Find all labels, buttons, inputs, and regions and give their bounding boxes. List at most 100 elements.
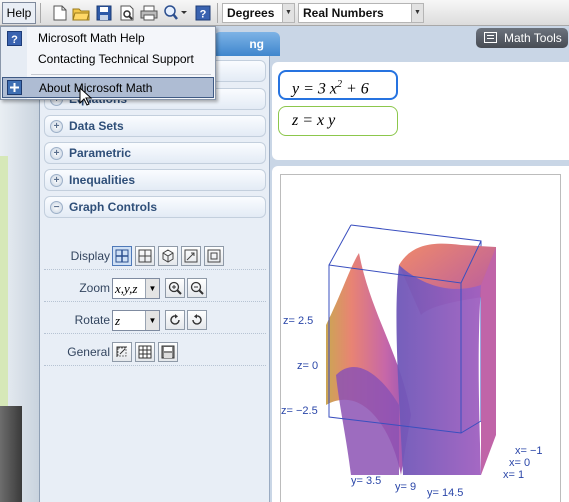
open-folder-icon[interactable] bbox=[71, 3, 91, 23]
equation-text: z = x y bbox=[292, 112, 336, 129]
surface-right bbox=[481, 247, 496, 475]
section-graph-controls[interactable]: − Graph Controls bbox=[44, 196, 266, 218]
section-label: Parametric bbox=[69, 146, 132, 160]
graph-controls-body: Display Zoom x,y,z ▼ Rotate z ▼ General bbox=[44, 244, 266, 384]
new-icon[interactable] bbox=[50, 3, 70, 23]
save-icon[interactable] bbox=[94, 3, 114, 23]
app-logo-icon bbox=[7, 80, 22, 95]
z-axis-label: z= 0 bbox=[297, 360, 319, 372]
chevron-down-icon: ▼ bbox=[145, 311, 159, 330]
rotate-axis-select[interactable]: z ▼ bbox=[112, 310, 160, 331]
section-data-sets[interactable]: + Data Sets bbox=[44, 115, 266, 137]
number-set-value: Real Numbers bbox=[303, 6, 384, 20]
menu-item-label: About Microsoft Math bbox=[39, 81, 153, 95]
mouse-cursor-icon bbox=[79, 87, 93, 106]
zoom-in-button[interactable] bbox=[165, 278, 185, 298]
zoom-row: Zoom x,y,z ▼ bbox=[44, 276, 266, 302]
print-preview-icon[interactable] bbox=[117, 3, 137, 23]
rotate-ccw-icon bbox=[170, 314, 180, 325]
chevron-down-icon: ▼ bbox=[411, 4, 423, 22]
section-inequalities[interactable]: + Inequalities bbox=[44, 169, 266, 191]
section-label: Data Sets bbox=[69, 119, 124, 133]
graph-canvas[interactable]: z= 2.5 z= 0 z= −2.5 y= 3.5 y= 9 y= 14.5 … bbox=[280, 174, 561, 502]
list-icon bbox=[484, 32, 497, 43]
general-label: General bbox=[67, 345, 110, 359]
zoom-label: Zoom bbox=[79, 281, 110, 295]
display-row: Display bbox=[44, 244, 266, 270]
math-tools-label: Math Tools bbox=[504, 31, 562, 45]
number-set-select[interactable]: Real Numbers ▼ bbox=[298, 3, 424, 23]
decorative-glow bbox=[0, 156, 8, 416]
section-parametric[interactable]: + Parametric bbox=[44, 142, 266, 164]
svg-text:?: ? bbox=[200, 9, 207, 21]
zoom-out-icon bbox=[190, 281, 204, 295]
toolbar: Help ? Degrees ▼ Real Numbers ▼ bbox=[0, 0, 569, 26]
rotate-label: Rotate bbox=[74, 313, 110, 327]
help-menu[interactable]: Help bbox=[2, 2, 36, 24]
general-range-button[interactable] bbox=[112, 342, 132, 362]
expand-icon: + bbox=[50, 174, 63, 187]
axes-icon bbox=[115, 249, 129, 263]
rotate-row: Rotate z ▼ bbox=[44, 308, 266, 334]
display-trace-button[interactable] bbox=[181, 246, 201, 266]
general-row: General bbox=[44, 340, 266, 366]
zoom-out-button[interactable] bbox=[187, 278, 207, 298]
y-axis-label: y= 9 bbox=[395, 481, 417, 493]
section-label: Inequalities bbox=[69, 173, 136, 187]
equation-tail: + 6 bbox=[342, 80, 369, 98]
expand-icon: + bbox=[50, 147, 63, 160]
grid-icon bbox=[138, 249, 152, 263]
display-axes-button[interactable] bbox=[112, 246, 132, 266]
x-axis-label: x= −1 bbox=[515, 445, 543, 457]
toolbar-separator bbox=[217, 3, 218, 23]
equation-text: y = 3 x bbox=[292, 80, 337, 98]
rotate-left-button[interactable] bbox=[165, 310, 185, 330]
range-icon bbox=[116, 346, 127, 357]
x-axis-label: x= 0 bbox=[509, 457, 531, 469]
decorative-dark-panel bbox=[0, 406, 22, 502]
zoom-icon[interactable] bbox=[162, 3, 188, 23]
chevron-down-icon: ▼ bbox=[282, 4, 294, 22]
tab-graphing[interactable]: ng bbox=[214, 32, 280, 56]
table-icon bbox=[138, 345, 152, 359]
display-fit-button[interactable] bbox=[204, 246, 224, 266]
general-table-button[interactable] bbox=[135, 342, 155, 362]
print-icon[interactable] bbox=[139, 3, 159, 23]
math-tools-button[interactable]: Math Tools bbox=[476, 28, 568, 48]
menu-item-support[interactable]: Contacting Technical Support bbox=[2, 49, 214, 70]
fit-icon bbox=[207, 249, 221, 263]
collapse-icon: − bbox=[50, 201, 63, 214]
section-label: Graph Controls bbox=[69, 200, 158, 214]
cube-icon bbox=[162, 249, 174, 263]
display-label: Display bbox=[70, 249, 110, 263]
toolbar-separator bbox=[40, 3, 41, 23]
help-dropdown-menu: ? Microsoft Math Help Contacting Technic… bbox=[0, 26, 216, 106]
x-axis-label: x= 1 bbox=[503, 469, 525, 481]
rotate-right-button[interactable] bbox=[187, 310, 207, 330]
equation-input-1[interactable]: y = 3 x2 + 6 bbox=[278, 70, 398, 100]
y-axis-label: y= 3.5 bbox=[351, 475, 382, 487]
y-axis-label: y= 14.5 bbox=[427, 487, 464, 499]
chevron-down-icon: ▼ bbox=[145, 279, 159, 298]
expand-icon: + bbox=[50, 120, 63, 133]
z-axis-label: z= 2.5 bbox=[283, 315, 314, 327]
help-icon: ? bbox=[7, 31, 22, 46]
general-save-graph-button[interactable] bbox=[158, 342, 178, 362]
help-icon[interactable]: ? bbox=[193, 3, 213, 23]
angle-unit-select[interactable]: Degrees ▼ bbox=[222, 3, 295, 23]
z-axis-label: z= −2.5 bbox=[281, 405, 318, 417]
svg-text:?: ? bbox=[11, 34, 18, 46]
zoom-axes-select[interactable]: x,y,z ▼ bbox=[112, 278, 160, 299]
equation-panel: y = 3 x2 + 6 z = x y bbox=[272, 62, 569, 160]
display-grid-button[interactable] bbox=[135, 246, 155, 266]
equation-input-2[interactable]: z = x y bbox=[278, 106, 398, 136]
menu-item-about[interactable]: About Microsoft Math bbox=[2, 77, 214, 98]
zoom-in-icon bbox=[168, 281, 182, 295]
display-box-button[interactable] bbox=[158, 246, 178, 266]
menu-item-label: Contacting Technical Support bbox=[38, 52, 194, 66]
menu-separator bbox=[31, 74, 211, 75]
menu-item-help[interactable]: ? Microsoft Math Help bbox=[2, 28, 214, 49]
save-graph-icon bbox=[161, 345, 175, 359]
zoom-axes-value: x,y,z bbox=[115, 281, 138, 296]
graph-panel: z= 2.5 z= 0 z= −2.5 y= 3.5 y= 9 y= 14.5 … bbox=[272, 166, 569, 502]
